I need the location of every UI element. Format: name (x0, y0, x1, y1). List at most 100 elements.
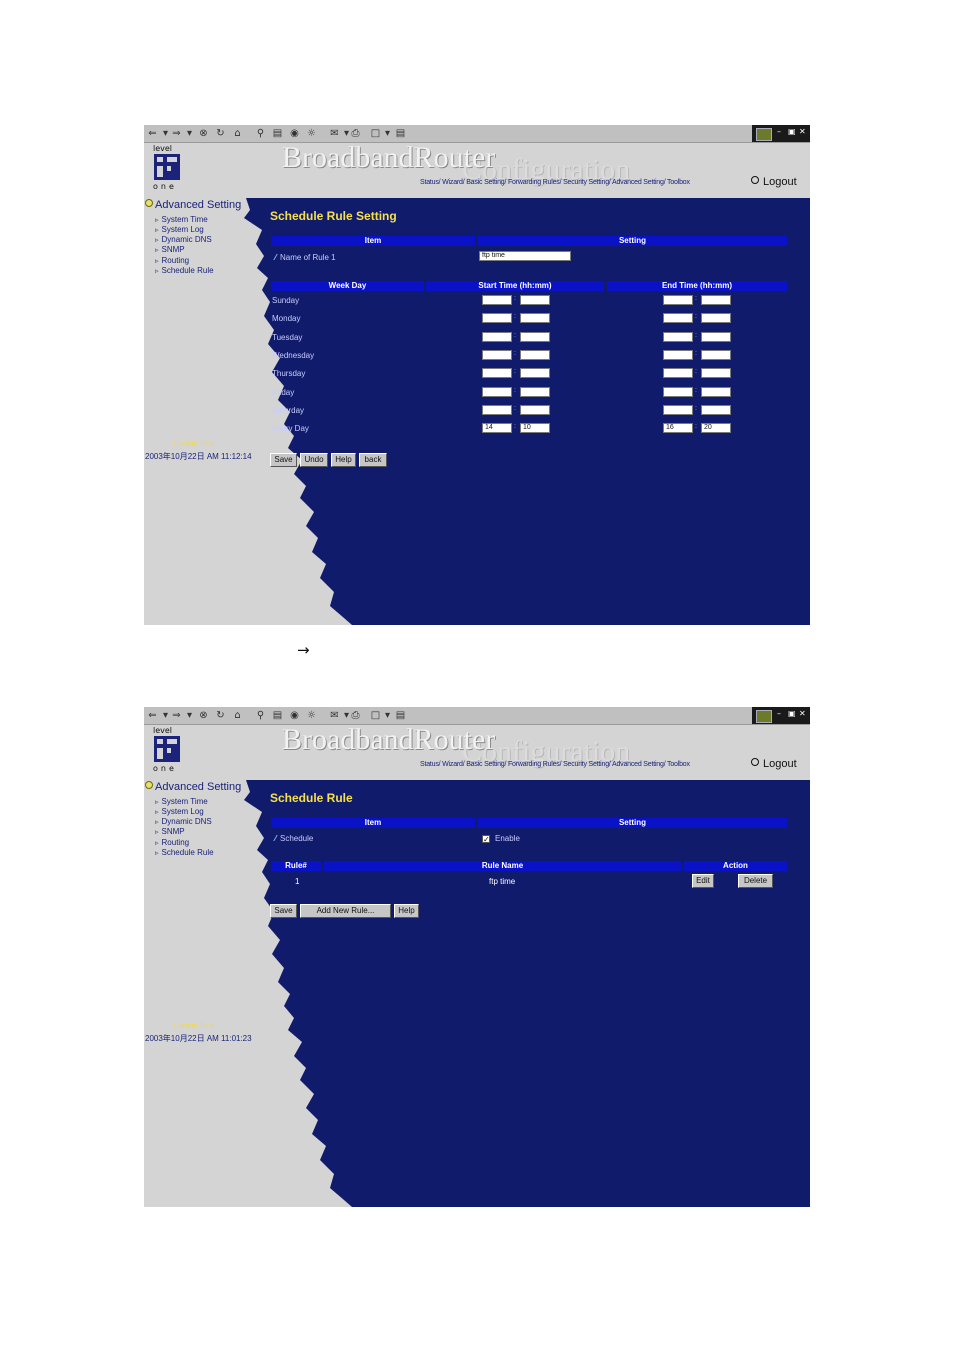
edit-icon[interactable]: □ (370, 128, 381, 139)
stop-icon[interactable]: ⊗ (198, 710, 209, 721)
favorites-icon[interactable]: ▤ (272, 710, 283, 721)
search-icon[interactable]: ⚲ (255, 128, 266, 139)
favorites-icon[interactable]: ▤ (272, 128, 283, 139)
home-icon[interactable]: ⌂ (232, 710, 243, 721)
restore-icon[interactable]: ▣ (788, 709, 796, 718)
start-hour-input[interactable] (482, 313, 512, 323)
forward-icon[interactable]: ⇒ (171, 710, 182, 721)
menu-item-snmp[interactable]: SNMP (155, 245, 185, 254)
restore-icon[interactable]: ▣ (788, 127, 796, 136)
discuss-icon[interactable]: ▤ (395, 128, 406, 139)
menu-heading[interactable]: Advanced Setting (145, 199, 241, 211)
chevron-down-icon[interactable]: ▾ (160, 710, 171, 721)
top-nav-links[interactable]: Status/ Wizard/ Basic Setting/ Forwardin… (420, 761, 690, 768)
undo-button[interactable]: Undo (300, 453, 328, 467)
radio-icon (751, 176, 759, 184)
media-icon[interactable]: ☼ (306, 710, 317, 721)
close-icon[interactable]: ✕ (799, 709, 806, 718)
end-hour-input[interactable]: 16 (663, 423, 693, 433)
add-new-rule-button[interactable]: Add New Rule... (300, 904, 391, 918)
save-button[interactable]: Save (270, 904, 297, 918)
print-icon[interactable]: ⎙ (350, 128, 361, 139)
start-minute-input[interactable] (520, 313, 550, 323)
start-hour-input[interactable] (482, 332, 512, 342)
history-icon[interactable]: ◉ (289, 128, 300, 139)
start-minute-input[interactable]: 10 (520, 423, 550, 433)
menu-item-schedule-rule[interactable]: Schedule Rule (155, 848, 214, 857)
end-hour-input[interactable] (663, 332, 693, 342)
forward-icon[interactable]: ⇒ (171, 128, 182, 139)
chevron-down-icon[interactable]: ▾ (184, 128, 195, 139)
stop-icon[interactable]: ⊗ (198, 128, 209, 139)
start-hour-input[interactable]: 14 (482, 423, 512, 433)
menu-item-dynamic-dns[interactable]: Dynamic DNS (155, 817, 212, 826)
minimize-icon[interactable]: – (777, 127, 781, 136)
delete-rule-button[interactable]: Delete (738, 874, 773, 888)
end-hour-input[interactable] (663, 405, 693, 415)
menu-heading[interactable]: Advanced Setting (145, 781, 241, 793)
minimize-icon[interactable]: – (777, 709, 781, 718)
start-minute-input[interactable] (520, 332, 550, 342)
back-icon[interactable]: ⇐ (147, 710, 158, 721)
end-hour-input[interactable] (663, 313, 693, 323)
end-minute-input[interactable] (701, 295, 731, 305)
logout-link[interactable]: Logout (751, 176, 797, 188)
menu-item-routing[interactable]: Routing (155, 838, 190, 847)
menu-item-system-time[interactable]: System Time (155, 797, 208, 806)
edit-icon[interactable]: □ (370, 710, 381, 721)
save-button[interactable]: Save (270, 453, 297, 467)
menu-item-schedule-rule[interactable]: Schedule Rule (155, 266, 214, 275)
history-icon[interactable]: ◉ (289, 710, 300, 721)
discuss-icon[interactable]: ▤ (395, 710, 406, 721)
top-nav-links[interactable]: Status/ Wizard/ Basic Setting/ Forwardin… (420, 179, 690, 186)
edit-rule-button[interactable]: Edit (692, 874, 714, 888)
start-hour-input[interactable] (482, 295, 512, 305)
menu-item-system-log[interactable]: System Log (155, 225, 204, 234)
help-button[interactable]: Help (331, 453, 356, 467)
end-minute-input[interactable] (701, 387, 731, 397)
end-minute-input[interactable] (701, 368, 731, 378)
menu-item-system-time[interactable]: System Time (155, 215, 208, 224)
home-icon[interactable]: ⌂ (232, 128, 243, 139)
menu-item-system-log[interactable]: System Log (155, 807, 204, 816)
chevron-down-icon[interactable]: ▾ (184, 710, 195, 721)
close-icon[interactable]: ✕ (799, 127, 806, 136)
back-icon[interactable]: ⇐ (147, 128, 158, 139)
start-hour-input[interactable] (482, 350, 512, 360)
end-hour-input[interactable] (663, 350, 693, 360)
menu-item-dynamic-dns[interactable]: Dynamic DNS (155, 235, 212, 244)
mail-icon[interactable]: ✉ (329, 128, 340, 139)
logout-link[interactable]: Logout (751, 758, 797, 770)
end-hour-input[interactable] (663, 387, 693, 397)
mail-icon[interactable]: ✉ (329, 710, 340, 721)
end-hour-input[interactable] (663, 295, 693, 305)
search-icon[interactable]: ⚲ (255, 710, 266, 721)
chevron-down-icon[interactable]: ▾ (382, 128, 393, 139)
print-icon[interactable]: ⎙ (350, 710, 361, 721)
end-minute-input[interactable] (701, 313, 731, 323)
start-minute-input[interactable] (520, 295, 550, 305)
start-hour-input[interactable] (482, 387, 512, 397)
chevron-down-icon[interactable]: ▾ (160, 128, 171, 139)
media-icon[interactable]: ☼ (306, 128, 317, 139)
start-minute-input[interactable] (520, 387, 550, 397)
start-minute-input[interactable] (520, 405, 550, 415)
end-minute-input[interactable]: 20 (701, 423, 731, 433)
end-minute-input[interactable] (701, 350, 731, 360)
end-minute-input[interactable] (701, 332, 731, 342)
start-hour-input[interactable] (482, 405, 512, 415)
start-hour-input[interactable] (482, 368, 512, 378)
start-minute-input[interactable] (520, 350, 550, 360)
menu-item-snmp[interactable]: SNMP (155, 827, 185, 836)
help-button[interactable]: Help (394, 904, 419, 918)
enable-checkbox[interactable]: ✓ (482, 835, 490, 844)
back-button[interactable]: back (359, 453, 387, 467)
menu-item-routing[interactable]: Routing (155, 256, 190, 265)
chevron-down-icon[interactable]: ▾ (382, 710, 393, 721)
rule-name-input[interactable]: ftp time (479, 251, 571, 261)
end-minute-input[interactable] (701, 405, 731, 415)
end-hour-input[interactable] (663, 368, 693, 378)
refresh-icon[interactable]: ↻ (215, 710, 226, 721)
start-minute-input[interactable] (520, 368, 550, 378)
refresh-icon[interactable]: ↻ (215, 128, 226, 139)
